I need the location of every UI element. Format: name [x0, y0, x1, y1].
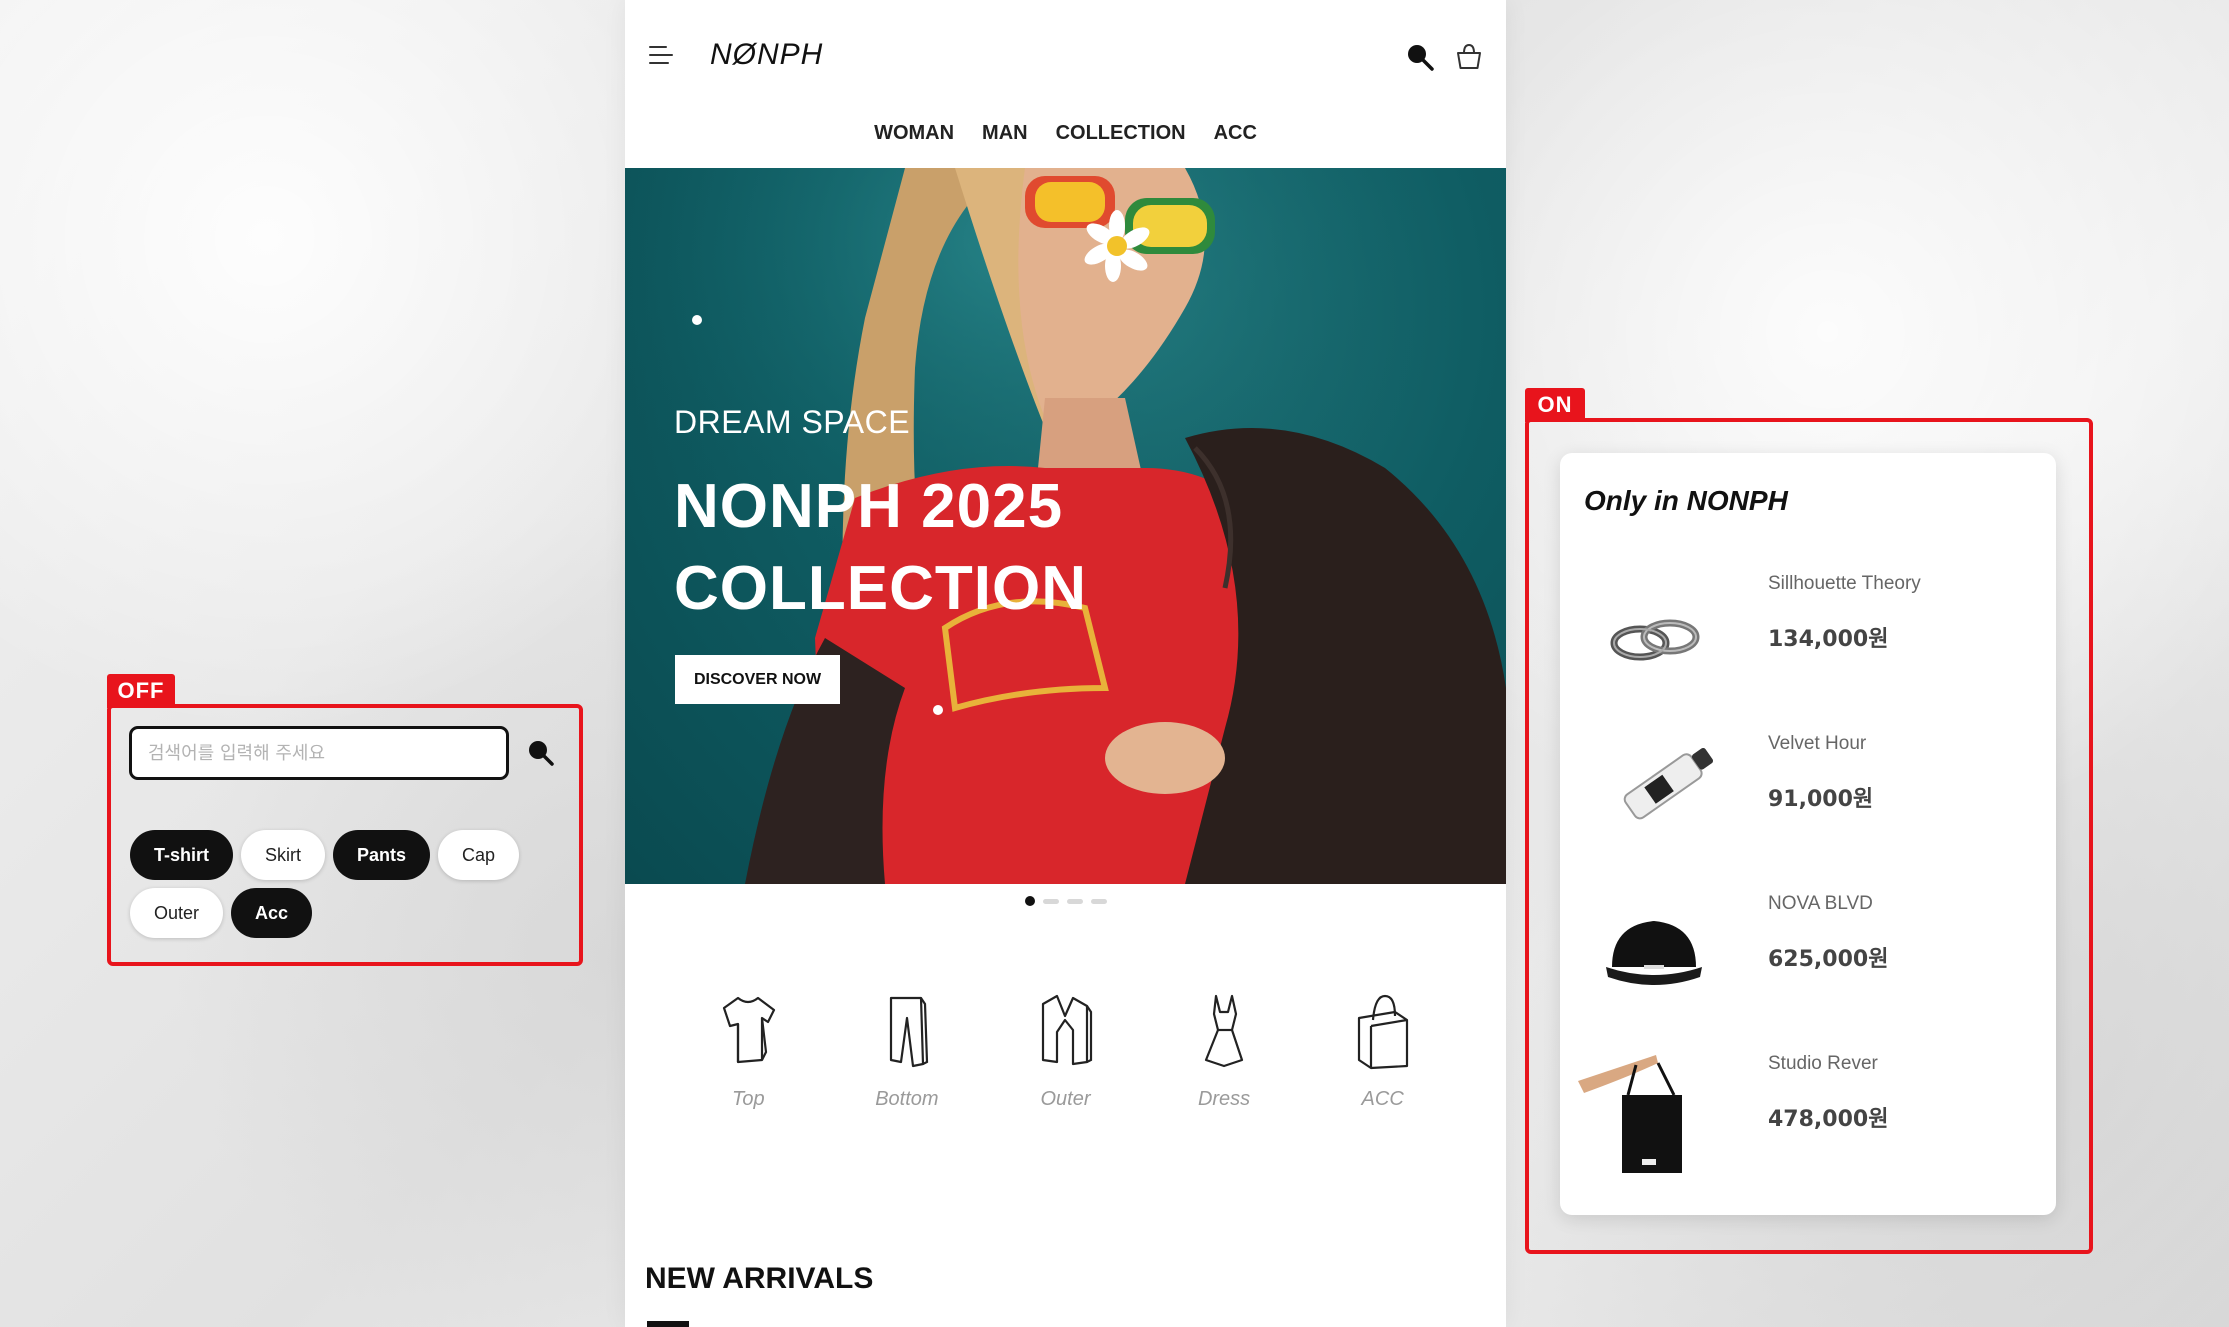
search-input[interactable]: [129, 726, 509, 780]
mobile-screen: NØNPH WOMAN MAN COLLECTION ACC DREAM SPA…: [625, 0, 1506, 1327]
chip-acc[interactable]: Acc: [231, 888, 313, 938]
product-price: 91,000원: [1768, 787, 1874, 812]
new-arrivals-underline: [647, 1321, 689, 1327]
app-header: NØNPH: [625, 0, 1506, 114]
category-label: Outer: [1040, 1088, 1091, 1110]
carousel-indicators: [625, 896, 1506, 906]
hero-title-line-1: NONPH 2025: [674, 472, 1064, 541]
search-icon[interactable]: [526, 738, 556, 768]
category-outer[interactable]: Outer: [1005, 990, 1125, 1111]
nav-acc[interactable]: ACC: [1214, 122, 1257, 145]
product-name: Velvet Hour: [1768, 733, 1867, 754]
exclusive-products-card: Only in NONPH Sillhouette Theory 134,000…: [1560, 453, 2056, 1215]
tshirt-icon: [723, 996, 776, 1064]
bag-icon: [1357, 994, 1408, 1070]
product-name: NOVA BLVD: [1768, 893, 1873, 914]
product-name: Studio Rever: [1768, 1053, 1878, 1074]
on-state-tag: ON: [1525, 388, 1585, 422]
chip-tshirt[interactable]: T-shirt: [130, 830, 234, 880]
product-item[interactable]: Velvet Hour 91,000원: [1578, 721, 2038, 861]
brand-logo[interactable]: NØNPH: [710, 38, 823, 72]
category-acc[interactable]: ACC: [1323, 990, 1443, 1111]
product-item[interactable]: Studio Rever 478,000원: [1578, 1041, 2038, 1181]
product-price: 134,000원: [1768, 627, 1889, 652]
black-cap-image: [1606, 921, 1702, 985]
jacket-icon: [1042, 994, 1093, 1066]
category-label: ACC: [1361, 1088, 1404, 1110]
chip-pants[interactable]: Pants: [333, 830, 431, 880]
nav-woman[interactable]: WOMAN: [874, 122, 954, 145]
category-dress[interactable]: Dress: [1164, 990, 1284, 1111]
hero-title: NONPH 2025 COLLECTION: [674, 466, 1087, 630]
product-item[interactable]: Sillhouette Theory 134,000원: [1578, 561, 2038, 701]
main-nav: WOMAN MAN COLLECTION ACC: [625, 122, 1506, 145]
search-icon[interactable]: [1405, 42, 1435, 72]
category-label: Top: [731, 1088, 765, 1110]
dress-icon: [1204, 994, 1244, 1068]
nav-man[interactable]: MAN: [982, 122, 1028, 145]
category-top[interactable]: Top: [688, 990, 808, 1111]
category-bottom[interactable]: Bottom: [847, 990, 967, 1111]
pants-icon: [889, 996, 929, 1068]
card-title: Only in NONPH: [1584, 485, 1788, 516]
carousel-dot-2[interactable]: [1042, 898, 1059, 904]
tote-bag-image: [1578, 1055, 1682, 1173]
carousel-dot-4[interactable]: [1090, 898, 1107, 904]
new-arrivals-heading: NEW ARRIVALS: [645, 1262, 874, 1295]
product-price: 625,000원: [1768, 947, 1889, 972]
chip-cap[interactable]: Cap: [438, 830, 520, 880]
carousel-dot-1[interactable]: [1024, 896, 1035, 906]
hero-banner[interactable]: DREAM SPACE NONPH 2025 COLLECTION DISCOV…: [625, 168, 1506, 884]
rings-image: [1610, 619, 1700, 661]
category-label: Bottom: [875, 1088, 939, 1110]
category-label: Dress: [1197, 1088, 1251, 1110]
product-item[interactable]: NOVA BLVD 625,000원: [1578, 881, 2038, 1021]
product-price: 478,000원: [1768, 1107, 1889, 1132]
hero-title-line-2: COLLECTION: [674, 554, 1087, 623]
nav-collection[interactable]: COLLECTION: [1056, 122, 1186, 145]
category-row: Top Bottom Outer Dress ACC: [625, 990, 1506, 1111]
hero-subtitle: DREAM SPACE: [674, 404, 911, 440]
cart-icon[interactable]: [1454, 42, 1484, 72]
product-name: Sillhouette Theory: [1768, 573, 1921, 594]
oil-bottle-image: [1623, 748, 1714, 820]
off-state-tag: OFF: [107, 674, 175, 708]
chip-outer[interactable]: Outer: [130, 888, 224, 938]
chip-skirt[interactable]: Skirt: [241, 830, 326, 880]
filter-chip-group: T-shirt Skirt Pants Cap Outer Acc: [130, 830, 550, 938]
discover-now-button[interactable]: DISCOVER NOW: [675, 655, 840, 704]
carousel-dot-3[interactable]: [1066, 898, 1083, 904]
hamburger-menu-icon[interactable]: [649, 46, 673, 68]
